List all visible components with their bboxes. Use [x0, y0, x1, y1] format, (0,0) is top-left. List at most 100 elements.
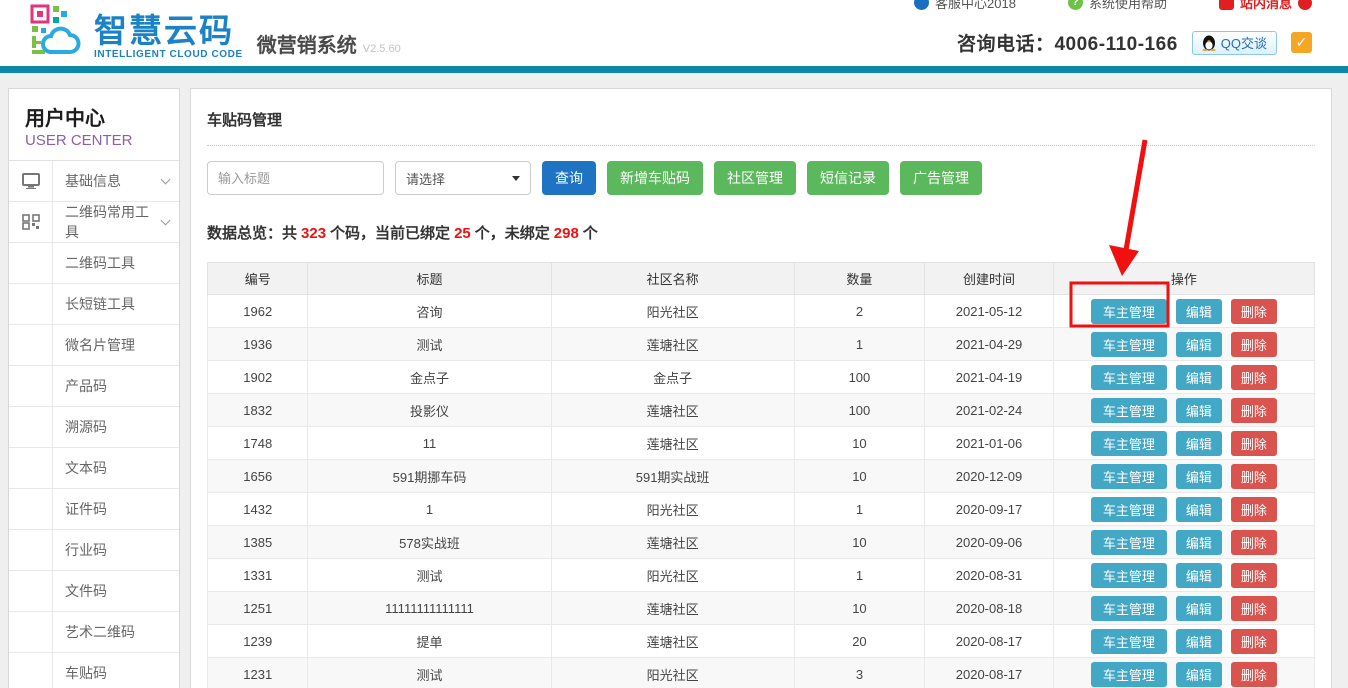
edit-button[interactable]: 编辑	[1176, 662, 1222, 687]
cell-qty: 3	[794, 658, 925, 688]
verified-check-badge[interactable]: ✓	[1291, 32, 1312, 53]
sidebar-item[interactable]: 车贴码	[9, 653, 179, 688]
header-top-links: 客服中心2018 ? 系统使用帮助 站内消息	[914, 0, 1312, 12]
delete-button[interactable]: 删除	[1231, 662, 1277, 687]
owner-manage-button[interactable]: 车主管理	[1091, 596, 1167, 621]
owner-manage-button[interactable]: 车主管理	[1091, 530, 1167, 555]
monitor-icon	[22, 173, 40, 189]
sidebar-group-basic-info[interactable]: 基础信息	[9, 161, 179, 202]
edit-button[interactable]: 编辑	[1176, 629, 1222, 654]
cell-qty: 2	[794, 295, 925, 328]
table-row: 1902金点子金点子1002021-04-19车主管理编辑删除	[208, 361, 1315, 394]
chevron-down-icon	[161, 215, 171, 225]
edit-button[interactable]: 编辑	[1176, 332, 1222, 357]
cell-created: 2021-04-19	[925, 361, 1054, 394]
owner-manage-button[interactable]: 车主管理	[1091, 497, 1167, 522]
filter-select[interactable]: 请选择	[395, 161, 531, 195]
owner-manage-button[interactable]: 车主管理	[1091, 431, 1167, 456]
cell-id: 1748	[208, 427, 308, 460]
table-body: 1962咨询阳光社区22021-05-12车主管理编辑删除1936测试莲塘社区1…	[208, 295, 1315, 688]
unbound-count: 298	[550, 225, 583, 242]
owner-manage-button[interactable]: 车主管理	[1091, 662, 1167, 687]
add-car-sticker-button[interactable]: 新增车贴码	[607, 161, 703, 195]
sidebar-item[interactable]: 证件码	[9, 489, 179, 530]
cell-title: 金点子	[308, 361, 551, 394]
cell-actions: 车主管理编辑删除	[1053, 295, 1314, 328]
cell-title: 11111111111111	[308, 592, 551, 625]
delete-button[interactable]: 删除	[1231, 332, 1277, 357]
owner-manage-button[interactable]: 车主管理	[1091, 365, 1167, 390]
edit-button[interactable]: 编辑	[1176, 464, 1222, 489]
column-header: 社区名称	[551, 263, 794, 295]
delete-button[interactable]: 删除	[1231, 398, 1277, 423]
query-button[interactable]: 查询	[542, 161, 596, 195]
owner-manage-button[interactable]: 车主管理	[1091, 563, 1167, 588]
header-accent-bar	[0, 66, 1348, 73]
delete-button[interactable]: 删除	[1231, 629, 1277, 654]
sidebar-item[interactable]: 产品码	[9, 366, 179, 407]
sidebar-item-label: 产品码	[65, 376, 169, 396]
title-search-input[interactable]	[207, 161, 384, 195]
delete-button[interactable]: 删除	[1231, 365, 1277, 390]
cell-community: 莲塘社区	[551, 427, 794, 460]
message-icon	[1219, 0, 1234, 10]
sidebar-item[interactable]: 二维码工具	[9, 243, 179, 284]
edit-button[interactable]: 编辑	[1176, 398, 1222, 423]
cell-title: 578实战班	[308, 526, 551, 559]
owner-manage-button[interactable]: 车主管理	[1091, 464, 1167, 489]
sidebar-item[interactable]: 文件码	[9, 571, 179, 612]
cell-community: 阳光社区	[551, 658, 794, 688]
edit-button[interactable]: 编辑	[1176, 530, 1222, 555]
cell-id: 1231	[208, 658, 308, 688]
owner-manage-button[interactable]: 车主管理	[1091, 332, 1167, 357]
delete-button[interactable]: 删除	[1231, 299, 1277, 324]
cell-actions: 车主管理编辑删除	[1053, 394, 1314, 427]
community-manage-button[interactable]: 社区管理	[714, 161, 796, 195]
delete-button[interactable]: 删除	[1231, 530, 1277, 555]
cell-title: 提单	[308, 625, 551, 658]
sidebar-group-qrcode-tools[interactable]: 二维码常用工具	[9, 202, 179, 243]
owner-manage-button[interactable]: 车主管理	[1091, 629, 1167, 654]
edit-button[interactable]: 编辑	[1176, 365, 1222, 390]
delete-button[interactable]: 删除	[1231, 596, 1277, 621]
ads-manage-button[interactable]: 广告管理	[900, 161, 982, 195]
edit-button[interactable]: 编辑	[1176, 299, 1222, 324]
sidebar-item[interactable]: 微名片管理	[9, 325, 179, 366]
sidebar-item[interactable]: 长短链工具	[9, 284, 179, 325]
table-row: 14321阳光社区12020-09-17车主管理编辑删除	[208, 493, 1315, 526]
page-title: 车贴码管理	[191, 89, 1331, 145]
car-sticker-table: 编号标题社区名称数量创建时间操作 1962咨询阳光社区22021-05-12车主…	[207, 262, 1315, 688]
delete-button[interactable]: 删除	[1231, 497, 1277, 522]
delete-button[interactable]: 删除	[1231, 464, 1277, 489]
table-header-row: 编号标题社区名称数量创建时间操作	[208, 263, 1315, 295]
sidebar-item[interactable]: 艺术二维码	[9, 612, 179, 653]
edit-button[interactable]: 编辑	[1176, 563, 1222, 588]
edit-button[interactable]: 编辑	[1176, 431, 1222, 456]
cell-id: 1432	[208, 493, 308, 526]
table-row: 1385578实战班莲塘社区102020-09-06车主管理编辑删除	[208, 526, 1315, 559]
sms-records-button[interactable]: 短信记录	[807, 161, 889, 195]
system-help-link[interactable]: ? 系统使用帮助	[1068, 0, 1167, 12]
edit-button[interactable]: 编辑	[1176, 596, 1222, 621]
column-header: 数量	[794, 263, 925, 295]
cell-id: 1331	[208, 559, 308, 592]
data-summary: 数据总览：共323个码，当前已绑定25个，未绑定298个	[207, 222, 1315, 243]
sidebar-item[interactable]: 行业码	[9, 530, 179, 571]
cell-community: 591期实战班	[551, 460, 794, 493]
sidebar-item-label: 溯源码	[65, 417, 169, 437]
service-center-link[interactable]: 客服中心2018	[914, 0, 1016, 12]
qq-chat-button[interactable]: QQ交谈	[1192, 31, 1277, 55]
owner-manage-button[interactable]: 车主管理	[1091, 398, 1167, 423]
qq-penguin-icon	[1202, 35, 1216, 51]
table-row: 125111111111111111莲塘社区102020-08-18车主管理编辑…	[208, 592, 1315, 625]
logo-title: 智慧云码	[94, 14, 243, 47]
delete-button[interactable]: 删除	[1231, 563, 1277, 588]
delete-button[interactable]: 删除	[1231, 431, 1277, 456]
sidebar-item[interactable]: 文本码	[9, 448, 179, 489]
sidebar-item[interactable]: 溯源码	[9, 407, 179, 448]
owner-manage-button[interactable]: 车主管理	[1091, 299, 1167, 324]
sidebar-icon-cell	[9, 407, 53, 447]
cell-community: 阳光社区	[551, 559, 794, 592]
edit-button[interactable]: 编辑	[1176, 497, 1222, 522]
site-messages-link[interactable]: 站内消息	[1219, 0, 1312, 12]
